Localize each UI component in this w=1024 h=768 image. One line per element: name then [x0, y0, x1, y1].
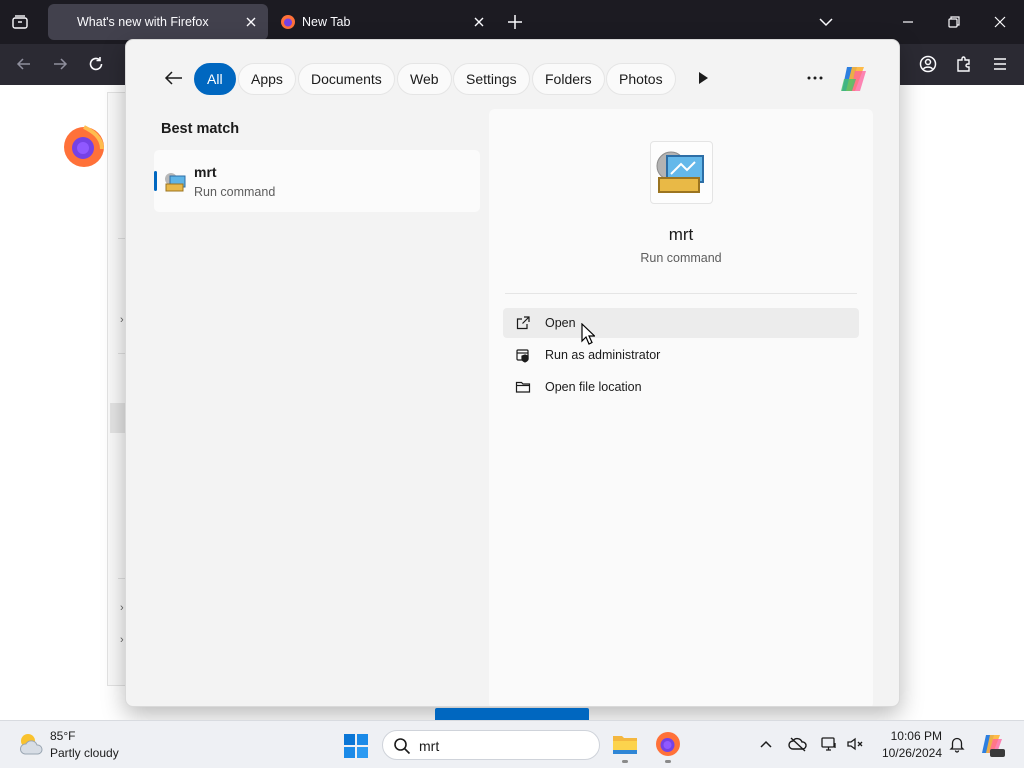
running-indicator: [622, 760, 628, 763]
run-as-administrator-action[interactable]: Run as administrator: [503, 340, 859, 370]
best-match-result[interactable]: mrt Run command: [154, 150, 480, 212]
close-tab-icon[interactable]: [244, 15, 258, 29]
filter-documents[interactable]: Documents: [298, 63, 395, 95]
best-match-heading: Best match: [161, 121, 240, 137]
close-window-icon[interactable]: [990, 12, 1010, 32]
account-icon[interactable]: [918, 54, 938, 74]
more-filters-play-icon[interactable]: [694, 69, 712, 87]
open-external-icon: [515, 315, 531, 331]
reload-icon[interactable]: [86, 54, 106, 74]
filter-settings[interactable]: Settings: [453, 63, 530, 95]
tab-list-icon[interactable]: [8, 10, 32, 34]
taskbar-search-box[interactable]: mrt: [382, 730, 600, 760]
preview-divider: [505, 293, 857, 294]
action-label: Open file location: [545, 380, 642, 394]
mouse-pointer-icon: [581, 322, 596, 345]
start-search-flyout: All Apps Documents Web Settings Folders …: [125, 39, 900, 707]
mrt-app-icon: [163, 170, 187, 194]
network-display-icon[interactable]: [820, 735, 838, 753]
forward-arrow-icon[interactable]: [50, 54, 70, 74]
back-arrow-icon[interactable]: [163, 67, 185, 89]
action-label: Open: [545, 316, 576, 330]
running-indicator: [665, 760, 671, 763]
search-icon: [393, 737, 411, 755]
weather-condition[interactable]: Partly cloudy: [50, 746, 119, 760]
open-action[interactable]: Open: [503, 308, 859, 338]
file-explorer-icon[interactable]: [611, 730, 639, 758]
volume-muted-icon[interactable]: [846, 735, 864, 753]
filter-photos[interactable]: Photos: [606, 63, 676, 95]
selection-accent: [154, 171, 157, 191]
start-search-indicator: [435, 708, 589, 720]
weather-temperature[interactable]: 85°F: [50, 729, 75, 743]
chevron-right-icon: ›: [120, 602, 124, 614]
new-tab-plus-icon[interactable]: [504, 11, 526, 33]
copilot-icon[interactable]: [838, 63, 870, 95]
minimize-icon[interactable]: [898, 12, 918, 32]
result-type: Run command: [194, 185, 276, 199]
taskbar: 85°F Partly cloudy mrt 10:06 PM 10/26/20…: [0, 720, 1024, 768]
windows-start-icon[interactable]: [343, 733, 369, 759]
partly-cloudy-weather-icon[interactable]: [16, 729, 46, 759]
onedrive-offline-icon[interactable]: [788, 735, 807, 753]
chevron-right-icon: ›: [120, 634, 124, 646]
folder-icon: [515, 379, 531, 395]
filter-apps[interactable]: Apps: [238, 63, 296, 95]
extensions-icon[interactable]: [954, 54, 974, 74]
show-hidden-icons-chevron-icon[interactable]: [757, 735, 775, 753]
more-options-icon[interactable]: [804, 67, 826, 89]
copilot-pre-icon[interactable]: [979, 732, 1005, 758]
filter-folders[interactable]: Folders: [532, 63, 605, 95]
firefox-favicon-icon: [280, 14, 296, 30]
preview-name: mrt: [668, 225, 694, 244]
clock-date[interactable]: 10/26/2024: [870, 746, 942, 760]
browser-tab-bar: What's new with Firefox New Tab: [0, 0, 1024, 44]
notification-bell-icon[interactable]: [948, 735, 966, 753]
action-label: Run as administrator: [545, 348, 661, 362]
firefox-logo-icon: [62, 125, 106, 169]
firefox-taskbar-icon[interactable]: [654, 730, 682, 758]
background-settings-panel: [107, 92, 127, 686]
chevron-right-icon: ›: [120, 314, 124, 326]
tab-new-tab[interactable]: New Tab: [276, 4, 496, 40]
mrt-app-large-icon: [650, 141, 713, 204]
preview-type: Run command: [640, 251, 722, 265]
tab-label: What's new with Firefox: [77, 15, 209, 29]
tab-label: New Tab: [302, 15, 351, 29]
result-name: mrt: [194, 164, 217, 180]
open-file-location-action[interactable]: Open file location: [503, 372, 859, 402]
close-tab-icon[interactable]: [472, 15, 486, 29]
search-input-text[interactable]: mrt: [419, 738, 439, 754]
tab-whats-new[interactable]: What's new with Firefox: [48, 4, 268, 40]
admin-shield-icon: [515, 347, 531, 363]
result-preview-pane: mrt Run command Open Run as administrato…: [489, 109, 873, 706]
hamburger-menu-icon[interactable]: [990, 54, 1010, 74]
back-arrow-icon[interactable]: [14, 54, 34, 74]
restore-icon[interactable]: [944, 12, 964, 32]
filter-all[interactable]: All: [194, 63, 236, 95]
list-all-tabs-chevron-icon[interactable]: [816, 12, 836, 32]
clock-time[interactable]: 10:06 PM: [880, 729, 942, 743]
filter-web[interactable]: Web: [397, 63, 452, 95]
